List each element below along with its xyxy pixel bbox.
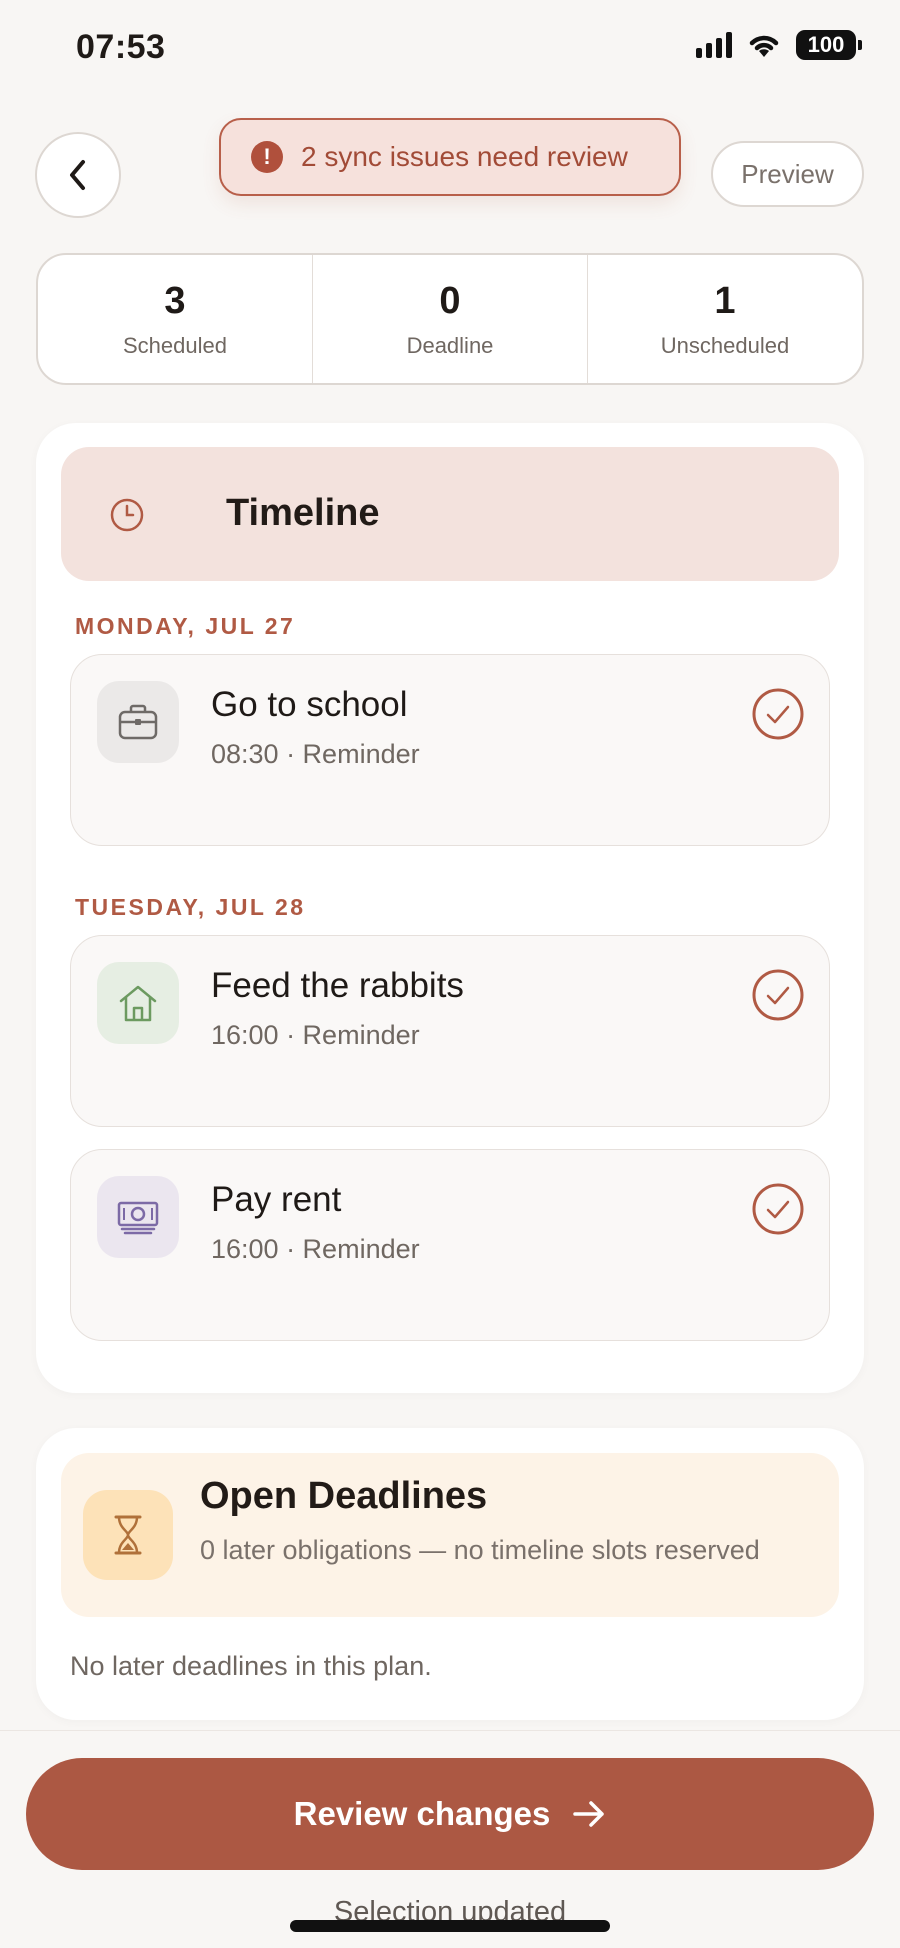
status-bar: 07:53 100 (0, 0, 900, 100)
home-indicator[interactable] (290, 1920, 610, 1932)
day-label-tuesday: TUESDAY, JUL 28 (75, 894, 306, 920)
back-button[interactable] (35, 132, 121, 218)
day-label-monday: MONDAY, JUL 27 (75, 613, 296, 639)
deadlines-empty-text: No later deadlines in this plan. (70, 1651, 432, 1681)
deadlines-title: Open Deadlines (200, 1475, 488, 1517)
clock-icon (110, 498, 144, 532)
task-subtitle: 08:30 · Reminder (211, 739, 420, 769)
stat-value: 3 (164, 279, 186, 322)
briefcase-icon (118, 704, 158, 740)
status-icons: 100 (696, 30, 862, 60)
task-subtitle: 16:00 · Reminder (211, 1234, 420, 1264)
house-icon (119, 985, 157, 1022)
stat-label: Deadline (406, 332, 494, 358)
task-title: Pay rent (211, 1180, 342, 1219)
alert-icon: ! (251, 141, 283, 173)
task-icon-box (97, 1176, 179, 1258)
stat-value: 0 (439, 279, 461, 322)
task-item[interactable]: Go to school 08:30 · Reminder (70, 654, 830, 846)
checkmark-circle-icon[interactable] (751, 1182, 805, 1236)
preview-button[interactable]: Preview (711, 141, 864, 207)
checkmark-circle-icon[interactable] (751, 687, 805, 741)
hourglass-icon (114, 1515, 142, 1555)
cellular-signal-icon (696, 32, 732, 58)
hourglass-icon-box (83, 1490, 173, 1580)
summary-stats: 3 Scheduled 0 Deadline 1 Unscheduled (36, 253, 864, 385)
task-subtitle: 16:00 · Reminder (211, 1020, 420, 1050)
task-item[interactable]: Feed the rabbits 16:00 · Reminder (70, 935, 830, 1127)
deadlines-subtitle: 0 later obligations — no timeline slots … (200, 1535, 760, 1565)
stat-scheduled[interactable]: 3 Scheduled (38, 255, 313, 383)
checkmark-circle-icon[interactable] (751, 968, 805, 1022)
timeline-header: Timeline (61, 447, 839, 581)
task-icon-box (97, 681, 179, 763)
battery-icon: 100 (796, 30, 862, 60)
chevron-left-icon (70, 160, 85, 190)
task-item[interactable]: Pay rent 16:00 · Reminder (70, 1149, 830, 1341)
arrow-right-icon (573, 1801, 605, 1827)
timeline-card: Timeline MONDAY, JUL 27 Go to school 08:… (36, 423, 864, 1393)
task-title: Feed the rabbits (211, 966, 464, 1005)
wifi-icon (749, 35, 779, 57)
stat-label: Unscheduled (660, 332, 790, 358)
stat-deadline[interactable]: 0 Deadline (313, 255, 588, 383)
timeline-title: Timeline (226, 492, 380, 534)
review-changes-button[interactable]: Review changes (26, 1758, 874, 1870)
open-deadlines-card: Open Deadlines 0 later obligations — no … (36, 1428, 864, 1720)
stat-value: 1 (714, 279, 736, 322)
status-time: 07:53 (76, 28, 166, 66)
deadlines-header: Open Deadlines 0 later obligations — no … (61, 1453, 839, 1617)
stat-label: Scheduled (123, 332, 227, 358)
sync-issues-text: 2 sync issues need review (301, 141, 628, 172)
review-changes-label: Review changes (293, 1795, 551, 1832)
task-title: Go to school (211, 685, 408, 724)
cash-icon (117, 1201, 159, 1235)
sync-issues-banner[interactable]: ! 2 sync issues need review (219, 118, 681, 196)
task-icon-box (97, 962, 179, 1044)
stat-unscheduled[interactable]: 1 Unscheduled (588, 255, 862, 383)
